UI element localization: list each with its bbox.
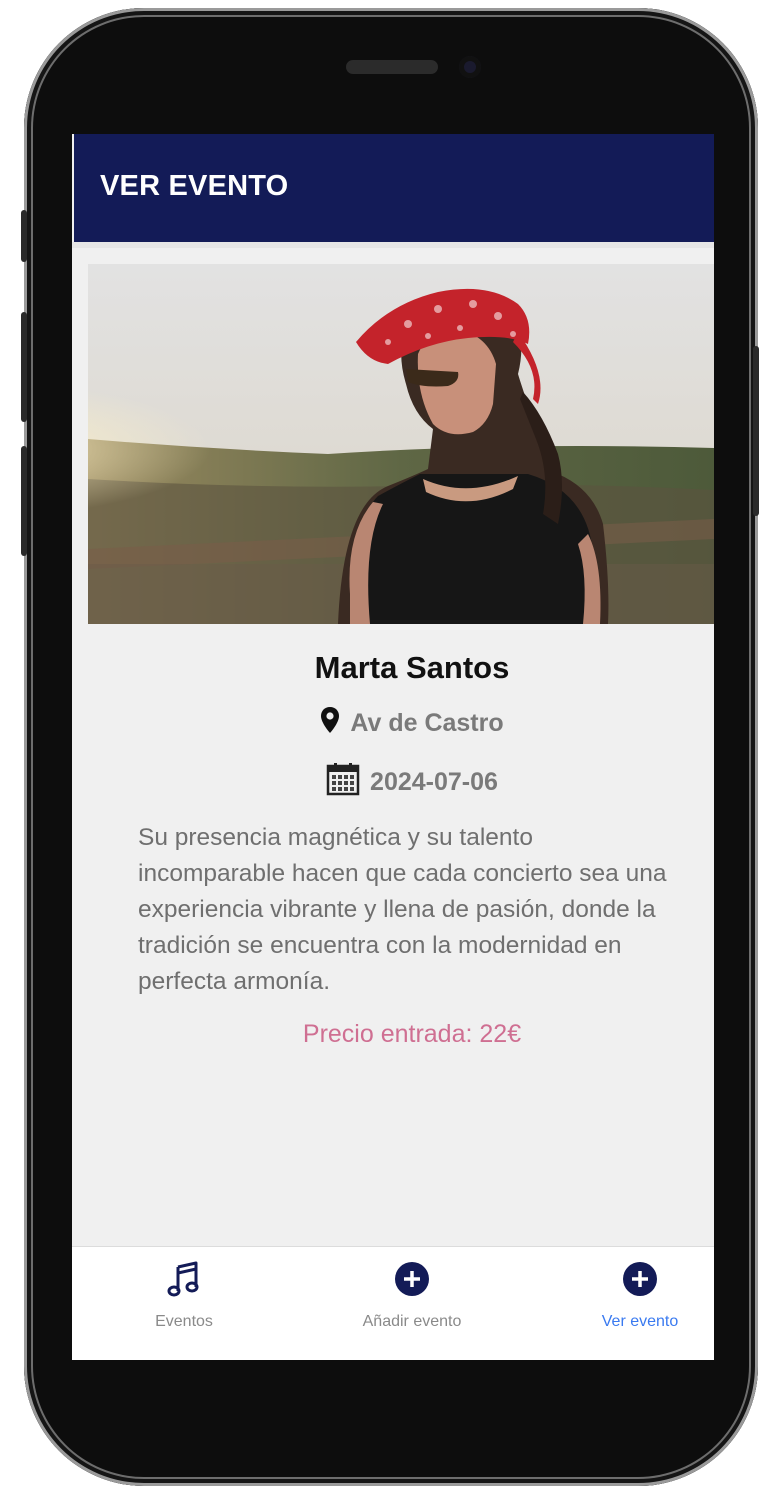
tab-anadir-evento[interactable]: Añadir evento xyxy=(312,1247,512,1360)
silent-switch xyxy=(21,210,27,262)
earpiece-speaker xyxy=(346,60,438,74)
page-title: VER EVENTO xyxy=(100,170,289,202)
event-date: 2024-07-06 xyxy=(370,768,498,796)
event-date-row: 2024-07-06 xyxy=(72,762,714,803)
tab-label-ver-evento: Ver evento xyxy=(601,1313,679,1330)
event-name: Marta Santos xyxy=(314,650,510,685)
volume-up-button xyxy=(21,312,27,422)
app-header: VER EVENTO xyxy=(74,134,714,242)
event-location: Av de Castro xyxy=(350,709,504,737)
bottom-tab-bar: Eventos Añadir evento Ver evento xyxy=(72,1246,714,1360)
tab-label-anadir-evento: Añadir evento xyxy=(362,1313,462,1330)
map-pin-icon xyxy=(320,706,340,741)
plus-circle-icon xyxy=(394,1261,430,1297)
music-note-icon xyxy=(166,1261,202,1297)
event-price: Precio entrada: 22€ xyxy=(302,1020,522,1048)
volume-down-button xyxy=(21,446,27,556)
event-photo xyxy=(88,264,714,624)
front-camera xyxy=(459,56,481,78)
app-screen: VER EVENTO Marta Santos Av de Castro 202… xyxy=(72,134,714,1360)
tab-label-eventos: Eventos xyxy=(155,1313,213,1330)
plus-circle-icon xyxy=(622,1261,658,1297)
event-location-row: Av de Castro xyxy=(72,706,714,741)
event-description: Su presencia magnética y su talento inco… xyxy=(138,824,667,995)
header-divider xyxy=(72,242,714,248)
power-button xyxy=(753,346,759,516)
tab-eventos[interactable]: Eventos xyxy=(84,1247,284,1360)
tab-ver-evento[interactable]: Ver evento xyxy=(540,1247,714,1360)
calendar-icon xyxy=(326,762,360,803)
